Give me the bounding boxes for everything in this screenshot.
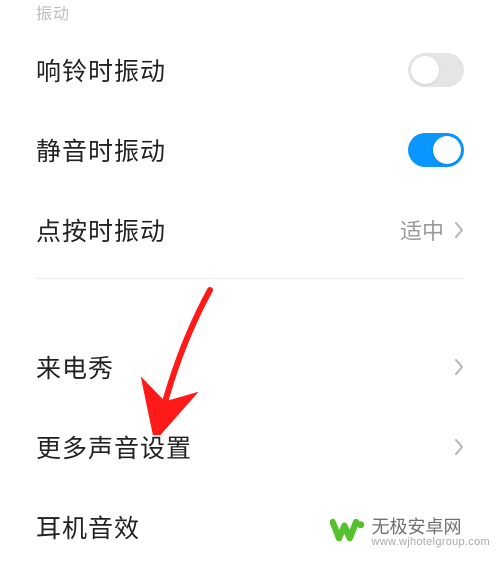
watermark-url: www.wjhotelgroup.com [372, 537, 491, 549]
row-right: 适中 [400, 214, 464, 246]
watermark: 无极安卓网 www.wjhotelgroup.com [330, 514, 491, 553]
row-vibrate-on-tap[interactable]: 点按时振动 适中 [0, 190, 500, 270]
section-gap [0, 287, 500, 327]
row-label: 点按时振动 [36, 212, 166, 248]
toggle-vibrate-on-silent[interactable] [408, 133, 464, 167]
row-label: 来电秀 [36, 349, 114, 385]
row-vibrate-on-silent[interactable]: 静音时振动 [0, 110, 500, 190]
toggle-knob [433, 136, 461, 164]
section-title: 振动 [36, 6, 70, 23]
watermark-title: 无极安卓网 [372, 518, 491, 537]
row-label: 响铃时振动 [36, 52, 166, 88]
watermark-text: 无极安卓网 www.wjhotelgroup.com [372, 518, 491, 548]
row-caller-show[interactable]: 来电秀 [0, 327, 500, 407]
section-header-vibration: 振动 [0, 0, 500, 30]
chevron-right-icon [454, 358, 464, 376]
chevron-right-icon [454, 438, 464, 456]
chevron-right-icon [454, 221, 464, 239]
row-label: 静音时振动 [36, 132, 166, 168]
row-vibrate-on-ring[interactable]: 响铃时振动 [0, 30, 500, 110]
row-label: 耳机音效 [36, 509, 140, 545]
toggle-knob [411, 56, 439, 84]
row-more-sound-settings[interactable]: 更多声音设置 [0, 407, 500, 487]
row-label: 更多声音设置 [36, 429, 192, 465]
logo-icon [330, 514, 366, 553]
value-text: 适中 [400, 214, 444, 246]
divider [36, 278, 464, 279]
toggle-vibrate-on-ring[interactable] [408, 53, 464, 87]
